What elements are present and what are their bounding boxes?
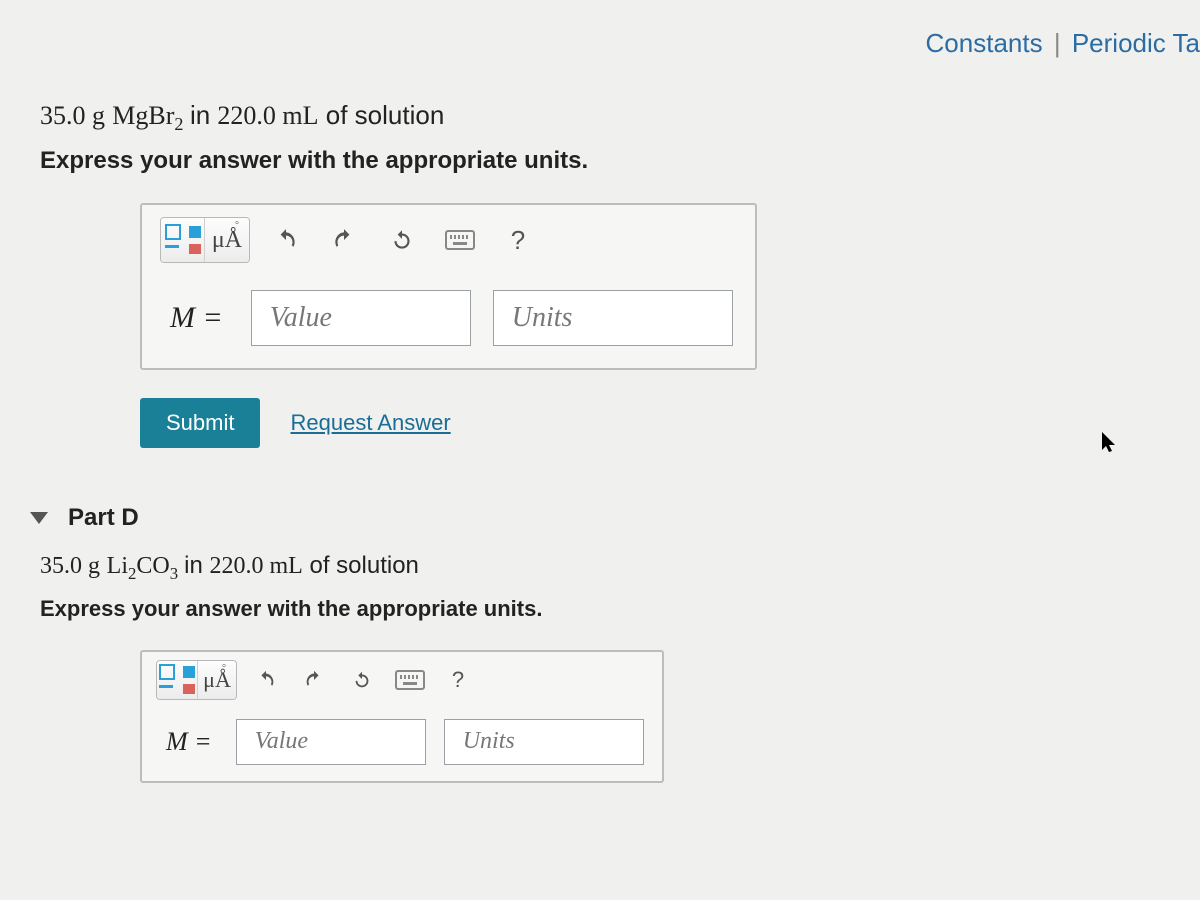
problem-statement-c: 35.0 g MgBr2 in 220.0 mL of solution [40,100,1160,135]
format-group-d: μÅ° [156,660,237,700]
units-input-c[interactable]: Units [493,290,733,346]
template-icon-d [157,662,197,698]
variable-label-c: M = [164,301,229,335]
reset-button[interactable] [380,218,424,262]
part-d-section: Part D 35.0 g Li2CO3 in 220.0 mL of solu… [40,504,1160,783]
toolbar-c: μÅ° ? [142,205,755,274]
header-links: Constants | Periodic Ta [926,28,1200,59]
answer-box-c: μÅ° ? M = Value Units [140,203,757,370]
compound-symbol-d2: CO [136,553,169,579]
actions-c: Submit Request Answer [140,398,1160,448]
periodic-table-link[interactable]: Periodic Ta [1072,28,1200,58]
of-text-d: of solution [309,552,418,579]
template-button[interactable] [161,218,205,262]
volume-text-d: 220.0 mL [209,553,302,579]
units-input-d[interactable]: Units [444,719,644,765]
undo-button[interactable] [264,218,308,262]
keyboard-button[interactable] [438,218,482,262]
link-separator: | [1054,28,1061,58]
compound-subscript: 2 [174,114,183,134]
value-input-d[interactable]: Value [236,719,426,765]
part-d-header: Part D [30,504,1160,532]
cursor-icon [1100,430,1120,460]
volume-text: 220.0 mL [217,101,318,130]
redo-icon [331,227,357,253]
in-text-d: in [184,552,209,579]
compound-symbol-d1: Li [107,553,128,579]
reset-button-d[interactable] [343,661,381,699]
input-row-c: M = Value Units [142,274,755,368]
undo-button-d[interactable] [247,661,285,699]
submit-button[interactable]: Submit [140,398,260,448]
redo-icon-d [303,669,325,691]
request-answer-link[interactable]: Request Answer [290,410,450,436]
of-text: of solution [326,100,445,130]
reset-icon [389,227,415,253]
keyboard-icon [445,230,475,250]
problem-statement-d: 35.0 g Li2CO3 in 220.0 mL of solution [40,552,1160,584]
in-text: in [190,100,217,130]
undo-icon [273,227,299,253]
instruction-d: Express your answer with the appropriate… [40,596,1160,622]
answer-box-d: μÅ° ? M = Value Units [140,650,664,783]
part-c-section: 35.0 g MgBr2 in 220.0 mL of solution Exp… [40,100,1160,448]
compound-sub-d2: 3 [170,564,178,583]
variable-label-d: M = [160,727,218,757]
input-row-d: M = Value Units [142,709,662,781]
part-d-label: Part D [68,504,139,532]
reset-icon-d [351,669,373,691]
help-button-d[interactable]: ? [439,661,477,699]
template-button-d[interactable] [157,661,198,699]
redo-button-d[interactable] [295,661,333,699]
keyboard-button-d[interactable] [391,661,429,699]
mass-text-d: 35.0 g [40,553,100,579]
collapse-toggle[interactable] [30,512,48,524]
mua-label-d: μÅ [203,667,231,693]
mass-text: 35.0 g [40,101,105,130]
toolbar-d: μÅ° ? [142,652,662,709]
undo-icon-d [255,669,277,691]
help-button[interactable]: ? [496,218,540,262]
compound-d: Li2CO3 [107,553,184,579]
format-group: μÅ° [160,217,250,263]
compound-c: MgBr2 [112,101,190,130]
instruction-c: Express your answer with the appropriate… [40,147,1160,175]
compound-symbol: MgBr [112,101,174,130]
special-chars-button-d[interactable]: μÅ° [198,661,236,699]
value-input-c[interactable]: Value [251,290,471,346]
template-icon [163,222,203,258]
special-chars-button[interactable]: μÅ° [205,218,249,262]
constants-link[interactable]: Constants [926,28,1043,58]
redo-button[interactable] [322,218,366,262]
keyboard-icon-d [395,670,425,690]
